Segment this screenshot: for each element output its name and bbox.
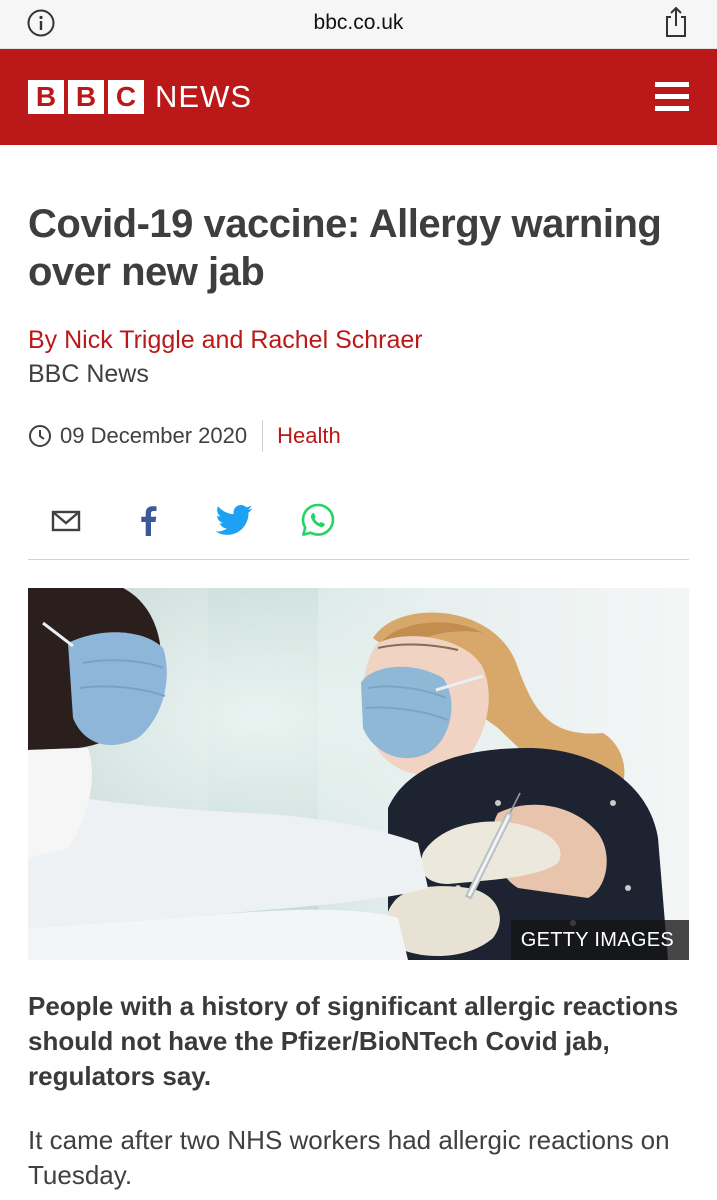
facebook-share-button[interactable] bbox=[129, 500, 169, 540]
browser-address-bar: bbc.co.uk bbox=[0, 0, 717, 49]
whatsapp-share-button[interactable] bbox=[298, 500, 338, 540]
article-hero-image: GETTY IMAGES bbox=[28, 588, 689, 960]
article-date: 09 December 2020 bbox=[60, 423, 248, 448]
url-text[interactable]: bbc.co.uk bbox=[0, 11, 717, 35]
logo-news-word: NEWS bbox=[155, 79, 252, 114]
logo-block-c: C bbox=[108, 80, 144, 114]
twitter-share-button[interactable] bbox=[214, 500, 254, 540]
facebook-icon bbox=[141, 506, 157, 536]
article-intro: People with a history of significant all… bbox=[28, 991, 679, 1091]
vaccination-photo bbox=[28, 588, 689, 960]
article-body-paragraph: It came after two NHS workers had allerg… bbox=[28, 1125, 670, 1190]
twitter-icon bbox=[215, 505, 253, 535]
whatsapp-icon bbox=[301, 503, 335, 536]
share-icon[interactable] bbox=[663, 5, 689, 39]
logo-block-b2: B bbox=[68, 80, 104, 114]
bbc-news-header: B B C NEWS bbox=[0, 49, 717, 145]
article-byline: By Nick Triggle and Rachel Schraer bbox=[28, 326, 423, 354]
logo-block-b1: B bbox=[28, 80, 64, 114]
email-share-button[interactable] bbox=[46, 500, 86, 540]
article-meta: 09 December 2020 Health bbox=[28, 420, 341, 452]
image-credit: GETTY IMAGES bbox=[510, 920, 689, 960]
meta-divider bbox=[262, 420, 264, 452]
section-link-health[interactable]: Health bbox=[277, 423, 341, 449]
byline-organisation: BBC News bbox=[28, 360, 149, 388]
article-headline: Covid-19 vaccine: Allergy warning over n… bbox=[28, 202, 662, 294]
hamburger-menu-icon[interactable] bbox=[655, 82, 689, 112]
share-tools bbox=[28, 496, 689, 560]
bbc-news-logo[interactable]: B B C NEWS bbox=[28, 80, 252, 114]
clock-icon bbox=[29, 425, 51, 447]
email-icon bbox=[51, 510, 81, 532]
